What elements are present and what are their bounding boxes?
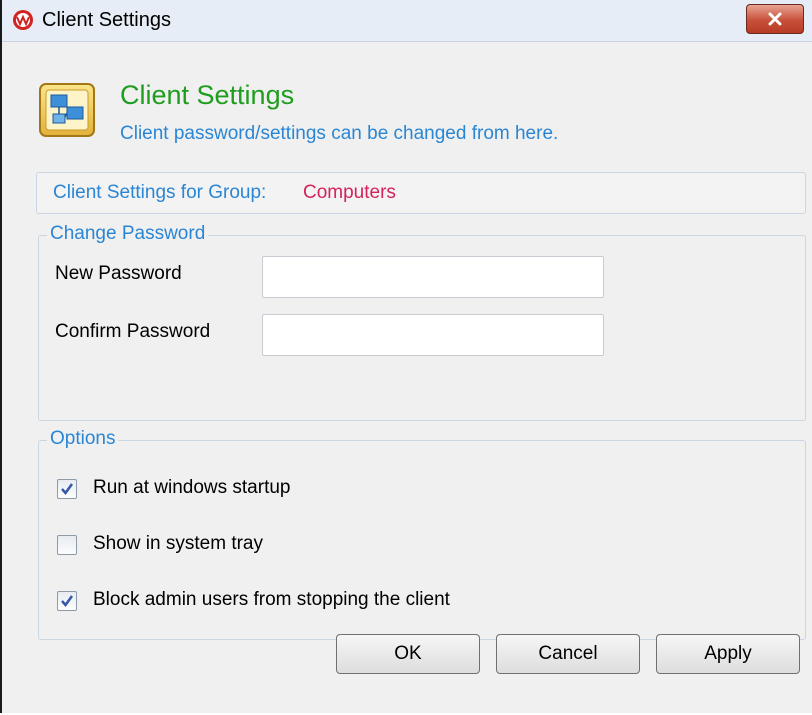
- group-info-box: Client Settings for Group: Computers: [36, 172, 806, 214]
- close-button[interactable]: [746, 4, 804, 34]
- cancel-button[interactable]: Cancel: [496, 634, 640, 674]
- change-password-legend: Change Password: [47, 223, 209, 245]
- group-value: Computers: [303, 182, 396, 203]
- show-in-tray-checkbox[interactable]: [57, 535, 77, 555]
- app-logo-icon: [12, 9, 34, 31]
- run-at-startup-label: Run at windows startup: [93, 477, 291, 498]
- confirm-password-label: Confirm Password: [55, 321, 211, 342]
- window-title: Client Settings: [42, 9, 171, 31]
- client-settings-window: Client Settings Client Settings Client p…: [0, 0, 812, 713]
- ok-button[interactable]: OK: [336, 634, 480, 674]
- header-subtitle: Client password/settings can be changed …: [120, 123, 559, 144]
- new-password-label: New Password: [55, 263, 182, 284]
- dialog-content: Client Settings Client password/settings…: [2, 42, 812, 713]
- options-legend: Options: [47, 428, 119, 450]
- title-bar[interactable]: Client Settings: [2, 0, 812, 42]
- group-label: Client Settings for Group:: [53, 182, 267, 203]
- checkmark-icon: [61, 595, 74, 608]
- apply-button[interactable]: Apply: [656, 634, 800, 674]
- new-password-input[interactable]: [262, 256, 604, 298]
- confirm-password-input[interactable]: [262, 314, 604, 356]
- block-admin-checkbox[interactable]: [57, 591, 77, 611]
- run-at-startup-checkbox[interactable]: [57, 479, 77, 499]
- header-title: Client Settings: [120, 80, 295, 110]
- close-icon: [768, 12, 782, 26]
- options-section: Options Run at windows startup Show in s…: [38, 428, 806, 640]
- show-in-tray-label: Show in system tray: [93, 533, 263, 554]
- network-computers-icon: [38, 82, 96, 138]
- change-password-section: Change Password New Password Confirm Pas…: [38, 223, 806, 421]
- block-admin-label: Block admin users from stopping the clie…: [93, 589, 450, 610]
- checkmark-icon: [61, 483, 74, 496]
